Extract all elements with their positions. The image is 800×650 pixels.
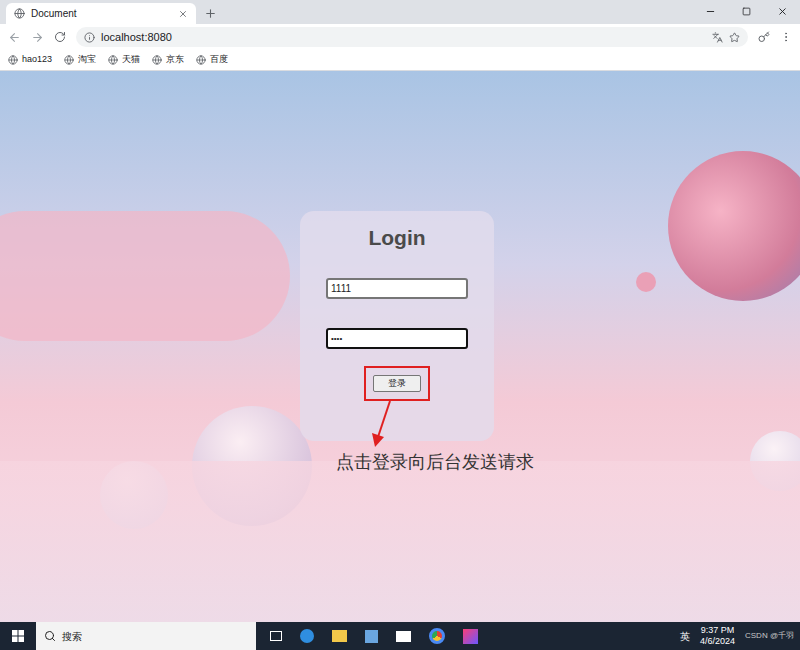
- browser-tab[interactable]: Document: [6, 3, 196, 24]
- bookmarks-bar: hao123 淘宝天猫京东百度: [0, 50, 800, 71]
- globe-icon: [14, 8, 25, 19]
- bookmark[interactable]: 天猫: [108, 53, 140, 67]
- mail-icon[interactable]: [396, 631, 411, 642]
- username-field[interactable]: 1111: [326, 278, 468, 299]
- login-title: Login: [368, 225, 425, 251]
- edge-icon[interactable]: [300, 629, 314, 643]
- arrow-icon: [368, 399, 398, 449]
- close-window-icon[interactable]: [777, 6, 788, 17]
- bookmark[interactable]: 京东: [152, 53, 184, 67]
- back-icon[interactable]: [8, 31, 21, 44]
- password-field[interactable]: ••••: [326, 328, 468, 349]
- minimize-icon[interactable]: [705, 6, 716, 17]
- globe-icon: [8, 55, 18, 65]
- address-bar[interactable]: localhost:8080: [76, 27, 748, 47]
- small-planet: [636, 272, 656, 292]
- folder-icon[interactable]: [332, 630, 347, 642]
- info-icon: [84, 32, 95, 43]
- globe-icon: [152, 55, 162, 65]
- chrome-icon[interactable]: [429, 628, 445, 644]
- clock[interactable]: 9:37 PM4/6/2024: [696, 625, 739, 647]
- page: Login 1111 •••• 登录点击登录向后台发送请求: [0, 71, 800, 622]
- toolbar: localhost:8080: [0, 24, 800, 50]
- menu-icon[interactable]: [780, 31, 792, 43]
- idea-icon[interactable]: [463, 629, 478, 644]
- annotation: 点击登录向后台发送请求: [336, 449, 534, 476]
- new-tab-icon[interactable]: [204, 7, 217, 20]
- tab-strip: Document: [0, 0, 800, 24]
- reload-icon[interactable]: [54, 31, 66, 43]
- browser-window: Document localhost:8080 hao123 淘宝天猫京东百度 Logi…: [0, 0, 800, 650]
- login-card: Login 1111 •••• 登录: [300, 211, 494, 441]
- bookmark[interactable]: 淘宝: [64, 53, 96, 67]
- water: [0, 461, 800, 622]
- watermark: CSDN @千羽: [745, 630, 794, 642]
- taskview-icon[interactable]: [270, 631, 282, 641]
- bookmark[interactable]: 百度: [196, 53, 228, 67]
- bookmark[interactable]: hao123: [8, 53, 52, 67]
- close-tab-icon[interactable]: [178, 9, 188, 19]
- star-icon[interactable]: [729, 32, 740, 43]
- key-icon[interactable]: [758, 31, 770, 43]
- planet: [668, 151, 800, 301]
- globe-icon: [196, 55, 206, 65]
- globe-icon: [108, 55, 118, 65]
- forward-icon[interactable]: [31, 31, 44, 44]
- translate-icon[interactable]: [712, 32, 723, 43]
- highlight-box: 登录: [364, 366, 430, 401]
- store-icon[interactable]: [365, 630, 378, 643]
- search-icon: [44, 630, 56, 642]
- maximize-icon[interactable]: [742, 7, 751, 16]
- ime-indicator[interactable]: 英: [680, 629, 690, 644]
- taskbar: 搜索 英 9:37 PM4/6/2024 CSDN @千羽: [0, 622, 800, 650]
- cloud: [0, 211, 290, 341]
- windows-icon[interactable]: [12, 630, 24, 642]
- globe-icon: [64, 55, 74, 65]
- login-button[interactable]: 登录: [373, 375, 421, 392]
- search-box[interactable]: 搜索: [36, 622, 256, 650]
